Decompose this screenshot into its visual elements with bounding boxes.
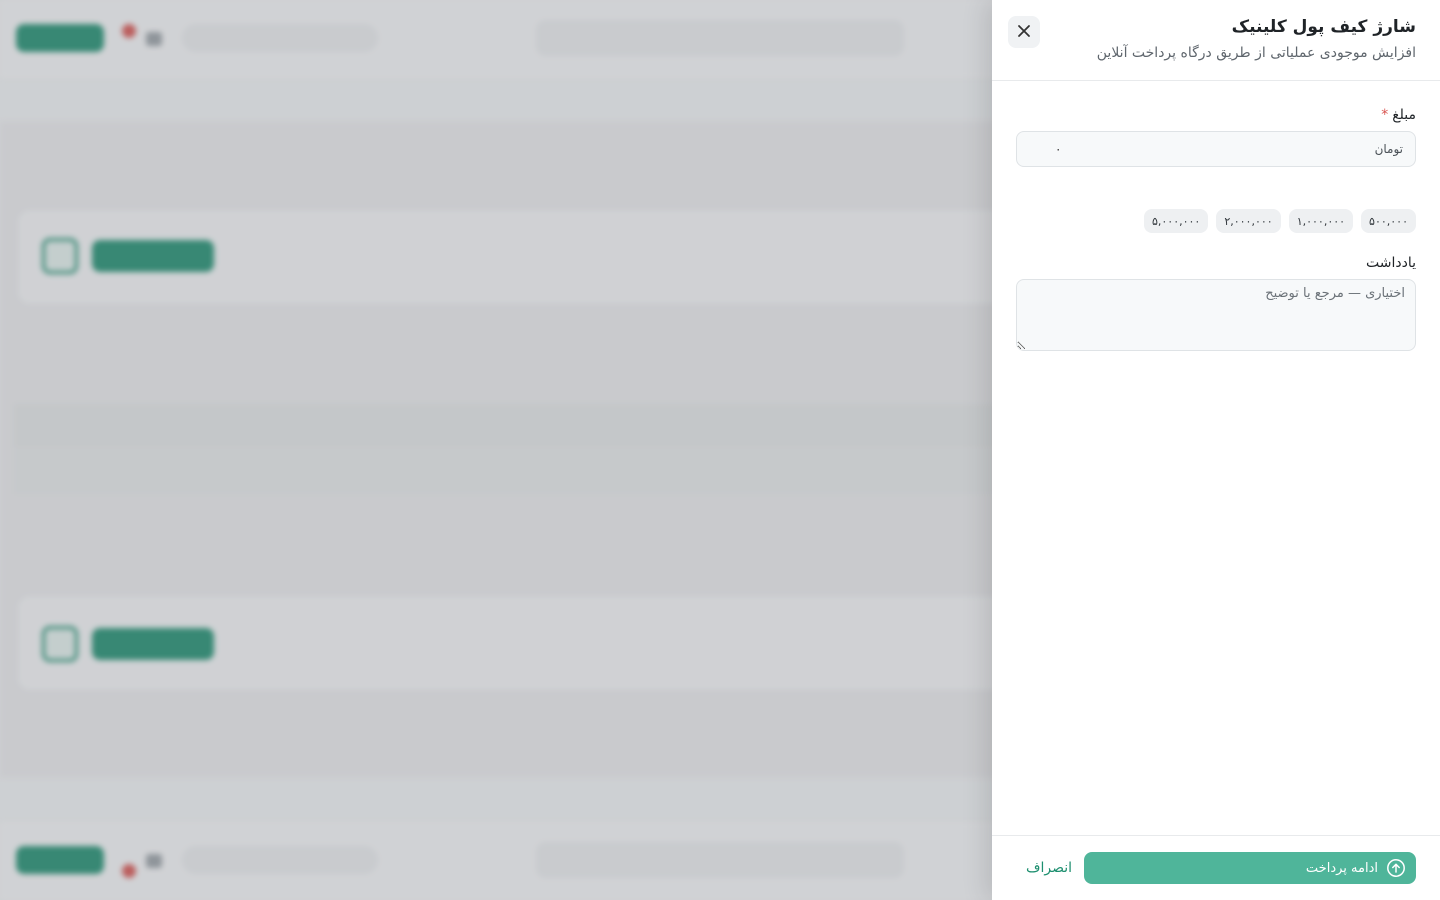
amount-field[interactable]: تومان [1016,131,1416,167]
amount-label-text: مبلغ [1392,107,1416,123]
amount-presets: ۵۰۰,۰۰۰ ۱,۰۰۰,۰۰۰ ۲,۰۰۰,۰۰۰ ۵,۰۰۰,۰۰۰ [1016,209,1416,233]
drawer-body: مبلغ * تومان ۵۰۰,۰۰۰ ۱,۰۰۰,۰۰۰ ۲,۰۰۰,۰۰۰… [992,81,1440,835]
drawer-subtitle: افزایش موجودی عملیاتی از طریق درگاه پردا… [1096,45,1416,61]
note-textarea[interactable] [1016,279,1416,351]
required-mark: * [1381,107,1389,123]
drawer-header: شارژ کیف پول کلینیک افزایش موجودی عملیات… [992,0,1440,81]
wallet-charge-drawer: شارژ کیف پول کلینیک افزایش موجودی عملیات… [992,0,1440,900]
preset-5m[interactable]: ۵,۰۰۰,۰۰۰ [1143,209,1209,233]
close-button[interactable] [1008,16,1040,48]
amount-unit: تومان [1374,142,1403,156]
amount-label: مبلغ * [1016,105,1416,125]
preset-2m[interactable]: ۲,۰۰۰,۰۰۰ [1216,209,1281,233]
drawer-footer: ادامه پرداخت انصراف [992,835,1440,900]
continue-payment-button[interactable]: ادامه پرداخت [1084,852,1416,884]
close-icon [1017,24,1031,41]
arrow-up-circle-icon [1386,858,1406,878]
preset-500k[interactable]: ۵۰۰,۰۰۰ [1361,209,1416,233]
amount-input[interactable] [1017,142,1137,156]
note-label: یادداشت [1366,255,1416,271]
preset-1m[interactable]: ۱,۰۰۰,۰۰۰ [1288,209,1354,233]
cancel-button[interactable]: انصراف [1016,860,1082,876]
continue-payment-label: ادامه پرداخت [1305,860,1378,876]
drawer-title: شارژ کیف پول کلینیک [1231,17,1416,37]
